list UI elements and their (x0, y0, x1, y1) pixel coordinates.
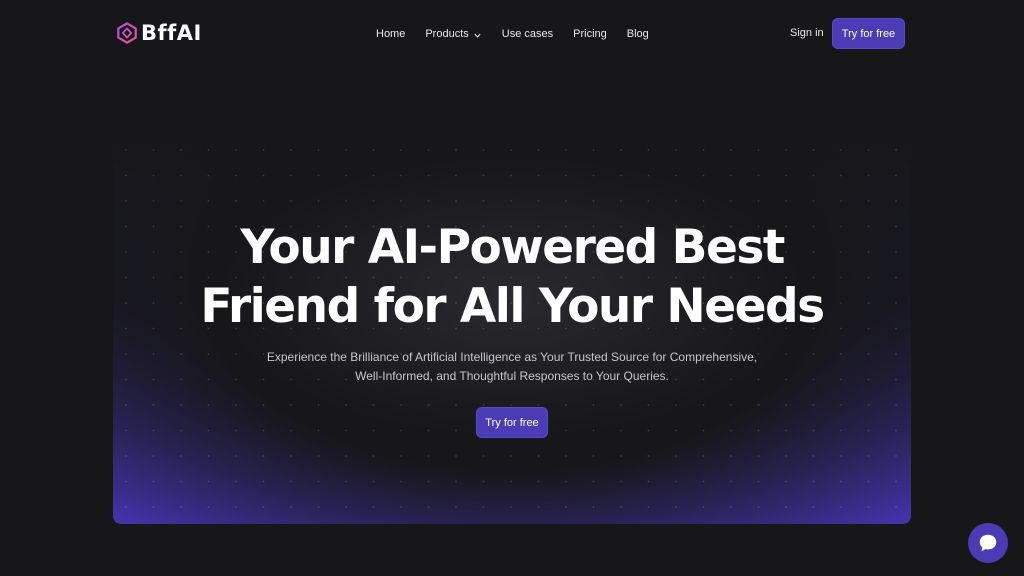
hero-title-line-1: Your AI-Powered Best (240, 220, 785, 275)
site-header: BffAI Home Products Use cases Pricing Bl… (0, 0, 1024, 66)
try-for-free-header-button[interactable]: Try for free (832, 18, 905, 49)
main-nav: Home Products Use cases Pricing Blog (376, 25, 649, 43)
brand-name: BffAI (141, 21, 202, 45)
hero-title-line-2: Friend for All Your Needs (200, 279, 825, 334)
hero-section: Your AI-Powered Best Friend for All Your… (113, 132, 911, 524)
brand-logo[interactable]: BffAI (116, 20, 202, 46)
nav-item-pricing[interactable]: Pricing (573, 28, 607, 40)
nav-item-products-label: Products (425, 28, 469, 40)
chat-widget-button[interactable] (968, 523, 1008, 563)
nav-item-products[interactable]: Products (425, 28, 481, 40)
nav-item-use-cases[interactable]: Use cases (502, 28, 553, 40)
hero-title: Your AI-Powered Best Friend for All Your… (113, 218, 911, 336)
hexagon-logo-icon (117, 22, 137, 44)
nav-item-blog[interactable]: Blog (627, 28, 649, 40)
chevron-down-icon (474, 33, 481, 38)
sign-in-link[interactable]: Sign in (790, 27, 824, 39)
try-for-free-hero-button[interactable]: Try for free (476, 407, 548, 438)
hero-subtitle: Experience the Brilliance of Artificial … (266, 350, 758, 383)
chat-bubble-icon (979, 534, 997, 552)
nav-item-home[interactable]: Home (376, 28, 405, 40)
